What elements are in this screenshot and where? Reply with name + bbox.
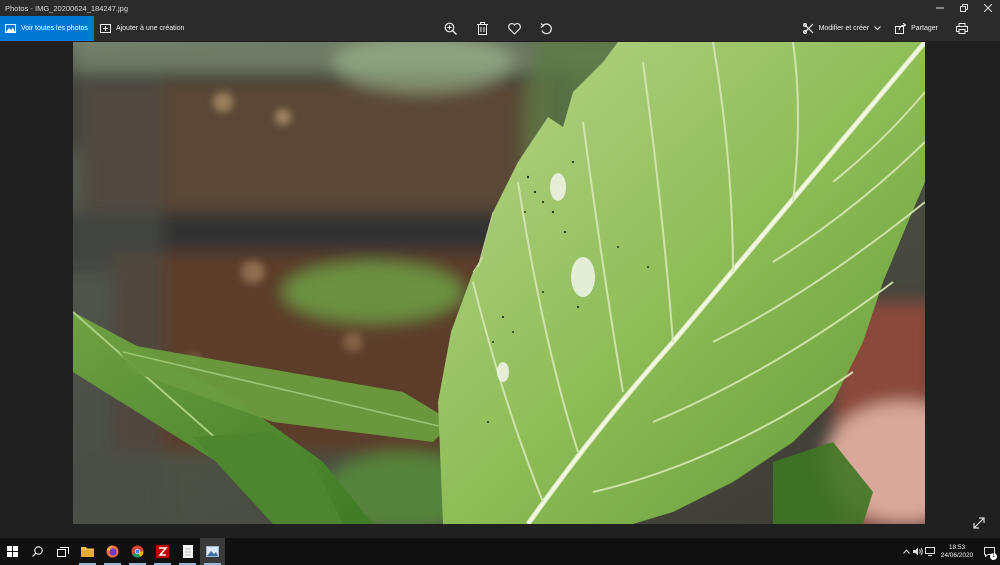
volume-icon[interactable] [912, 538, 924, 565]
file-explorer-icon[interactable] [75, 538, 100, 565]
network-icon[interactable] [924, 538, 936, 565]
restore-icon[interactable] [952, 0, 976, 16]
system-tray: 18:53 24/06/2020 1 [900, 538, 1000, 565]
notification-badge: 1 [990, 553, 997, 560]
delete-icon[interactable] [472, 19, 492, 39]
add-to-creation-button[interactable]: Ajouter à une création [94, 16, 191, 41]
firefox-icon[interactable] [100, 538, 125, 565]
minimize-icon[interactable] [928, 0, 952, 16]
window-title: Photos - IMG_20200624_184247.jpg [5, 3, 129, 13]
add-to-creation-label: Ajouter à une création [115, 25, 185, 32]
favorite-icon[interactable] [504, 19, 524, 39]
notification-center-icon[interactable]: 1 [978, 538, 1000, 565]
print-icon[interactable] [952, 19, 972, 39]
notepad-icon[interactable] [175, 538, 200, 565]
see-all-photos-button[interactable]: Voir toutes les photos [0, 16, 94, 41]
start-icon[interactable] [0, 538, 25, 565]
chevron-down-icon [874, 26, 881, 31]
search-icon[interactable] [25, 538, 50, 565]
filezilla-icon[interactable] [150, 538, 175, 565]
title-bar: Photos - IMG_20200624_184247.jpg [0, 0, 1000, 16]
task-view-icon[interactable] [50, 538, 75, 565]
chevron-up-icon[interactable] [900, 538, 912, 565]
share-icon [895, 23, 907, 34]
close-icon[interactable] [976, 0, 1000, 16]
photos-icon[interactable] [200, 538, 225, 565]
photo-image[interactable] [73, 42, 925, 524]
clock-time: 18:53 [948, 543, 966, 551]
chrome-icon[interactable] [125, 538, 150, 565]
clock-date: 24/06/2020 [940, 551, 974, 559]
edit-icon [802, 23, 814, 34]
share-button[interactable]: Partager [889, 16, 944, 41]
edit-and-create-label: Modifier et créer [818, 25, 870, 32]
rotate-icon[interactable] [536, 19, 556, 39]
share-label: Partager [911, 25, 938, 32]
photo-viewer [0, 41, 1000, 538]
add-to-creation-icon [99, 24, 111, 33]
toolbar: Voir toutes les photos Ajouter à une cré… [0, 16, 1000, 41]
clock[interactable]: 18:53 24/06/2020 [936, 544, 978, 560]
photo-gallery-icon [5, 24, 16, 33]
edit-and-create-button[interactable]: Modifier et créer [797, 16, 888, 41]
fullscreen-icon[interactable] [972, 516, 986, 530]
taskbar: 18:53 24/06/2020 1 [0, 538, 1000, 565]
right-toolbar: Modifier et créer Partager [797, 16, 972, 41]
zoom-in-icon[interactable] [440, 19, 460, 39]
center-toolbar [440, 16, 556, 41]
see-all-photos-label: Voir toutes les photos [21, 25, 88, 32]
